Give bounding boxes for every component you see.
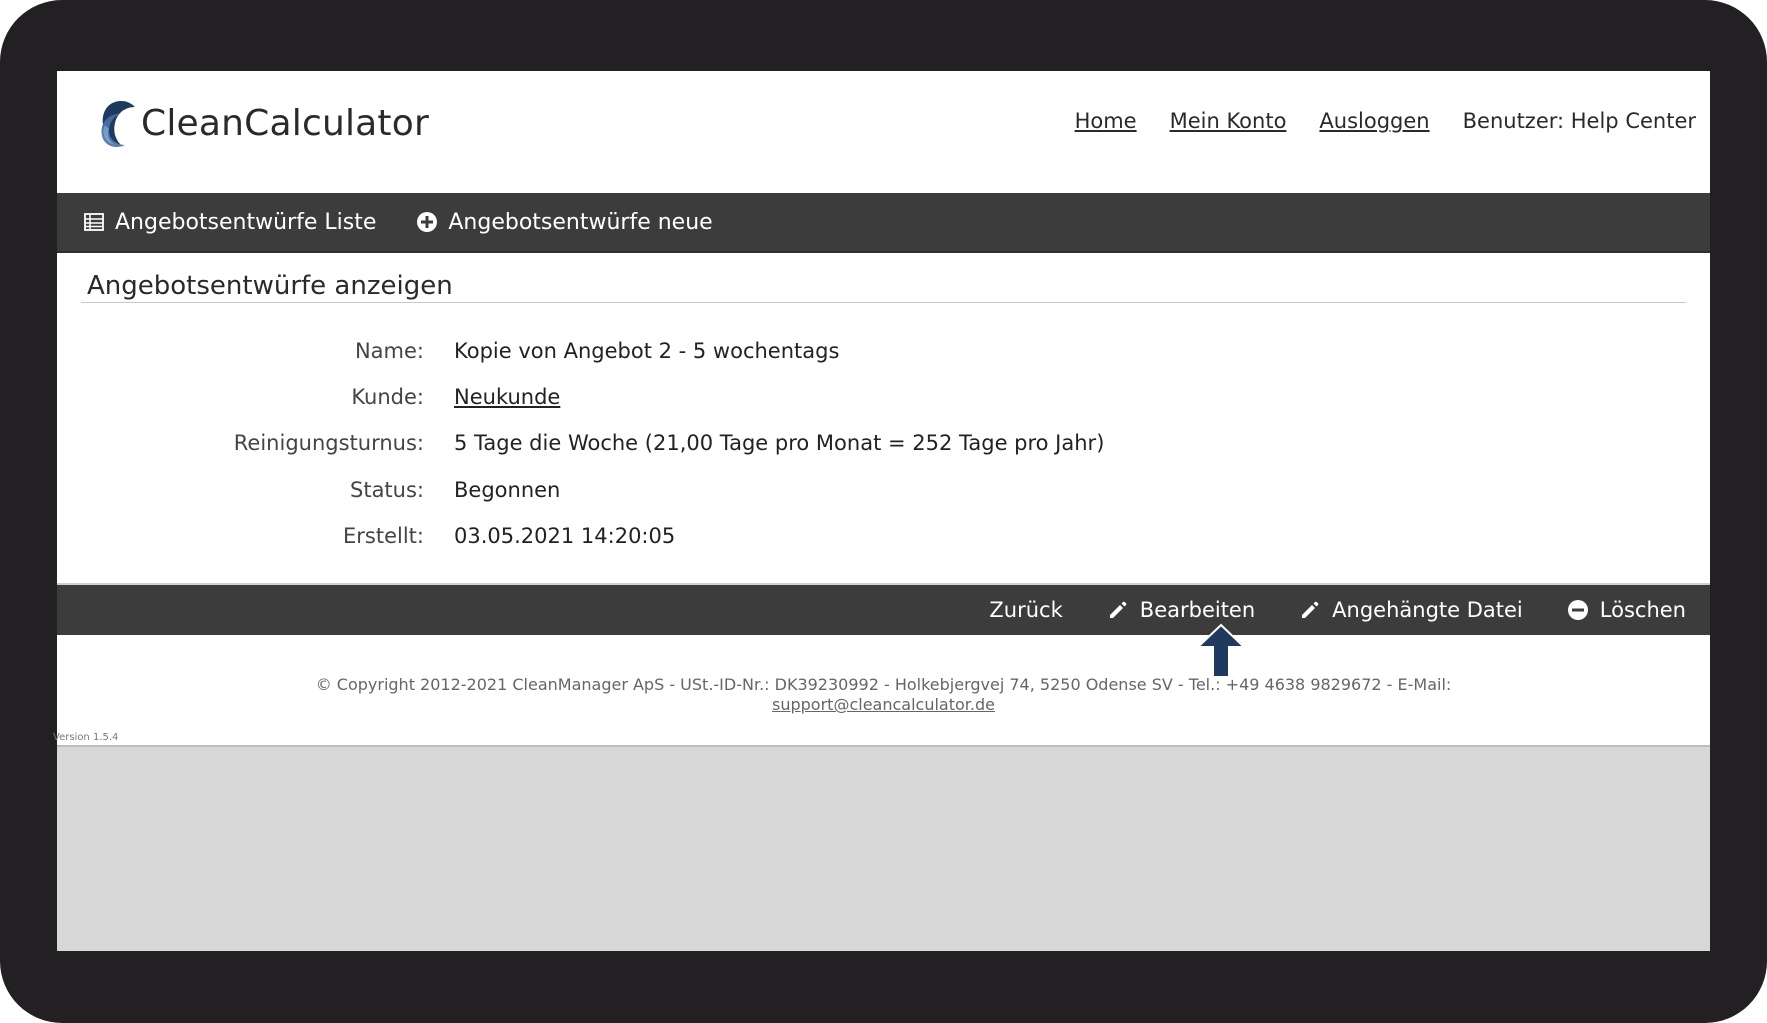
detail-label: Name: <box>354 339 424 363</box>
detail-value: 5 Tage die Woche (21,00 Tage pro Monat =… <box>454 431 1105 455</box>
footer-copyright: © Copyright 2012-2021 CleanManager ApS -… <box>315 675 1452 694</box>
logo-icon <box>101 101 135 147</box>
action-buttons: Zurück Bearbeiten Angehängte Datei Lösch… <box>945 585 1686 635</box>
detail-row-created: Erstellt: 03.05.2021 14:20:05 <box>57 524 1710 554</box>
list-button[interactable]: Angebotsentwürfe Liste <box>83 210 376 235</box>
toolbar: Angebotsentwürfe Liste Angebotsentwürfe … <box>57 193 1710 253</box>
detail-value: Begonnen <box>454 478 561 502</box>
pencil-icon <box>1107 599 1129 621</box>
detail-row-cycle: Reinigungsturnus: 5 Tage die Woche (21,0… <box>57 431 1710 461</box>
detail-value: Kopie von Angebot 2 - 5 wochentags <box>454 339 840 363</box>
delete-button-label: Löschen <box>1599 598 1686 622</box>
browser-viewport: CleanCalculator Home Mein Konto Auslogge… <box>53 71 1710 951</box>
delete-button[interactable]: Löschen <box>1567 598 1686 622</box>
logo[interactable]: CleanCalculator <box>91 95 429 151</box>
device-frame: CleanCalculator Home Mein Konto Auslogge… <box>0 0 1767 1023</box>
detail-label: Erstellt: <box>343 524 424 548</box>
pencil-icon <box>1299 599 1321 621</box>
attached-file-button[interactable]: Angehängte Datei <box>1299 598 1523 622</box>
up-arrow-icon <box>1196 623 1246 678</box>
title-divider <box>81 302 1686 303</box>
plus-circle-icon <box>416 211 438 233</box>
logo-text: CleanCalculator <box>141 102 429 144</box>
detail-label: Reinigungsturnus: <box>233 431 424 455</box>
top-nav: Home Mein Konto Ausloggen Benutzer: Help… <box>1075 109 1696 133</box>
attached-file-button-label: Angehängte Datei <box>1332 598 1523 622</box>
page-title: Angebotsentwürfe anzeigen <box>87 271 453 301</box>
table-list-icon <box>83 211 105 233</box>
header: CleanCalculator Home Mein Konto Auslogge… <box>57 71 1710 194</box>
detail-row-customer: Kunde: Neukunde <box>57 385 1710 415</box>
detail-value: 03.05.2021 14:20:05 <box>454 524 676 548</box>
nav-account-link[interactable]: Mein Konto <box>1170 109 1287 133</box>
detail-row-status: Status: Begonnen <box>57 478 1710 508</box>
nav-home-link[interactable]: Home <box>1075 109 1137 133</box>
new-button-label: Angebotsentwürfe neue <box>448 209 713 235</box>
user-label: Benutzer: Help Center <box>1462 109 1696 133</box>
detail-label: Status: <box>350 478 424 502</box>
support-email-link[interactable]: support@cleancalculator.de <box>772 695 995 714</box>
version-label: Version 1.5.4 <box>53 732 119 743</box>
nav-logout-link[interactable]: Ausloggen <box>1319 109 1429 133</box>
edit-button[interactable]: Bearbeiten <box>1107 598 1255 622</box>
new-button[interactable]: Angebotsentwürfe neue <box>416 209 713 235</box>
detail-row-name: Name: Kopie von Angebot 2 - 5 wochentags <box>57 339 1710 369</box>
action-bar: Zurück Bearbeiten Angehängte Datei Lösch… <box>57 583 1710 635</box>
page: CleanCalculator Home Mein Konto Auslogge… <box>53 71 1710 747</box>
list-button-label: Angebotsentwürfe Liste <box>115 209 377 235</box>
edit-button-label: Bearbeiten <box>1139 598 1256 622</box>
back-button[interactable]: Zurück <box>989 598 1062 622</box>
customer-link[interactable]: Neukunde <box>454 385 560 409</box>
footer: © Copyright 2012-2021 CleanManager ApS -… <box>57 675 1710 715</box>
back-button-label: Zurück <box>989 598 1063 622</box>
detail-label: Kunde: <box>351 385 424 409</box>
minus-circle-icon <box>1567 599 1589 621</box>
